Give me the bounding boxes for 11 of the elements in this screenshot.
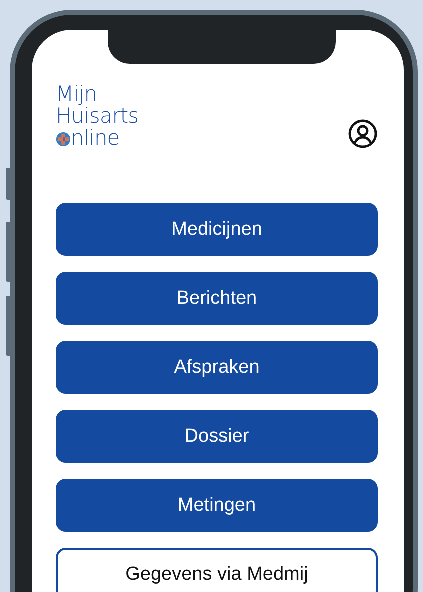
menu-button[interactable]: Metingen (56, 479, 378, 532)
menu-button[interactable]: Berichten (56, 272, 378, 325)
logo-text: nline (71, 127, 120, 149)
profile-icon[interactable] (348, 119, 378, 149)
menu-button[interactable]: Afspraken (56, 341, 378, 394)
logo-text: Mijn (56, 83, 98, 105)
logo-mark-icon (56, 132, 71, 147)
menu-button[interactable]: Medicijnen (56, 203, 378, 256)
logo-text: Huisarts (56, 105, 139, 127)
menu-button[interactable]: Dossier (56, 410, 378, 463)
menu-button[interactable]: Gegevens via Medmij (56, 548, 378, 592)
